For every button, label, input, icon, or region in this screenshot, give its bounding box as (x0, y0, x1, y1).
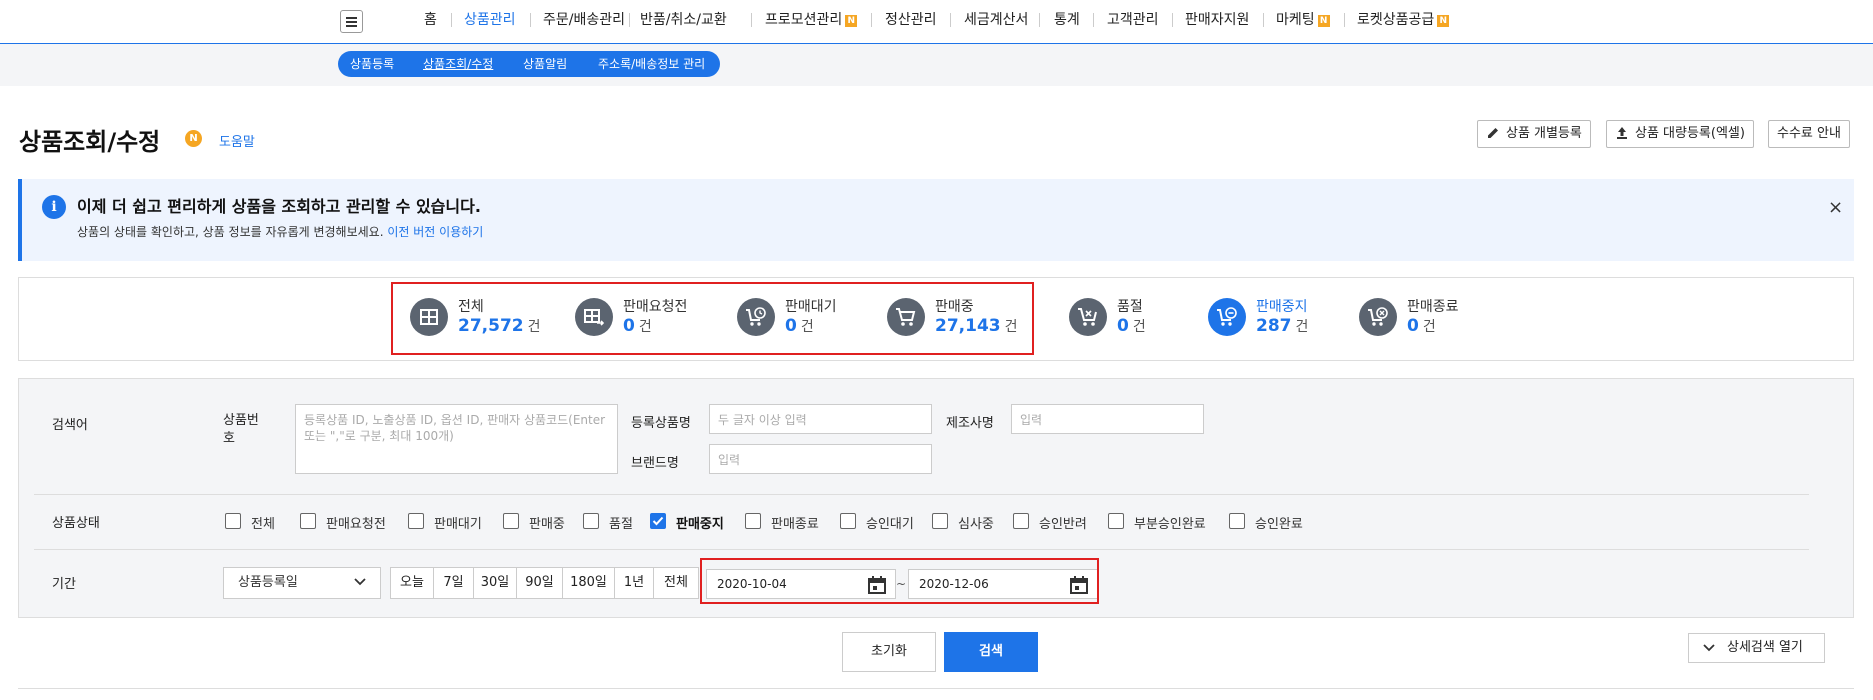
nav-item-settlement[interactable]: 정산관리 (885, 10, 937, 30)
keyword-label: 검색어 (52, 418, 88, 433)
fee-guide-button[interactable]: 수수료 안내 (1768, 120, 1850, 148)
upload-icon (1617, 127, 1627, 139)
pencil-icon (1488, 128, 1498, 138)
reg-name-label: 등록상품명 (631, 416, 691, 431)
nav-item-return[interactable]: 반품/취소/교환 (640, 10, 727, 30)
nav-item-home[interactable]: 홈 (424, 10, 437, 30)
highlight-box (391, 282, 1034, 355)
sub-nav: 상품등록 상품조회/수정 상품알림 주소록/배송정보 관리 (338, 51, 720, 77)
date-type-select[interactable]: 상품등록일 (223, 567, 381, 599)
status-label: 판매중지 (1256, 299, 1308, 315)
new-badge: N (845, 15, 858, 27)
product-no-input[interactable]: 등록상품 ID, 노출상품 ID, 옵션 ID, 판매자 상품코드(Enter … (295, 404, 618, 474)
period-30d-button[interactable]: 30일 (473, 567, 517, 599)
checkmark-icon (650, 513, 666, 529)
nav-item-tax-invoice[interactable]: 세금계산서 (964, 10, 1028, 30)
top-nav: 홈 상품관리 주문/배송관리 반품/취소/교환 프로모션관리 N 정산관리 세금계… (0, 0, 1873, 44)
search-button[interactable]: 검색 (944, 632, 1038, 672)
notice-description: 상품의 상태를 확인하고, 상품 정보를 자유롭게 변경해보세요. 이전 버전 … (77, 225, 484, 239)
brand-input[interactable]: 입력 (709, 444, 932, 474)
previous-version-link[interactable]: 이전 버전 이용하기 (387, 225, 483, 239)
cart-x-icon (1069, 298, 1107, 336)
subnav-item-register[interactable]: 상품등록 (350, 55, 394, 73)
info-icon: i (42, 195, 66, 219)
new-badge: N (185, 130, 202, 147)
period-all-button[interactable]: 전체 (653, 567, 699, 599)
period-90d-button[interactable]: 90일 (516, 567, 563, 599)
status-count: 0건 (1407, 316, 1436, 336)
divider (34, 494, 1809, 495)
nav-item-order[interactable]: 주문/배송관리 (543, 10, 625, 30)
notice-title: 이제 더 쉽고 편리하게 상품을 조회하고 관리할 수 있습니다. (77, 197, 481, 216)
chevron-down-icon (354, 578, 366, 586)
period-today-button[interactable]: 오늘 (390, 567, 434, 599)
brand-label: 브랜드명 (631, 456, 679, 471)
period-180d-button[interactable]: 180일 (562, 567, 615, 599)
subnav-item-search-edit[interactable]: 상품조회/수정 (423, 55, 493, 73)
nav-item-customer[interactable]: 고객관리 (1107, 10, 1159, 30)
period-7d-button[interactable]: 7일 (433, 567, 474, 599)
subnav-item-address-book[interactable]: 주소록/배송정보 관리 (598, 55, 705, 73)
bulk-register-button[interactable]: 상품 대량등록(엑셀) (1606, 120, 1754, 148)
divider (34, 549, 1809, 550)
help-link[interactable]: 도움말 (219, 131, 255, 150)
nav-item-seller-support[interactable]: 판매자지원 (1185, 10, 1249, 30)
cart-minus-icon (1208, 298, 1246, 336)
status-label: 판매종료 (1407, 299, 1459, 315)
period-label: 기간 (52, 577, 76, 592)
single-register-button[interactable]: 상품 개별등록 (1477, 120, 1591, 148)
cart-cancel-icon (1359, 298, 1397, 336)
period-1y-button[interactable]: 1년 (614, 567, 654, 599)
new-badge: N (1437, 15, 1450, 27)
new-badge: N (1317, 15, 1330, 27)
maker-label: 제조사명 (946, 416, 994, 431)
maker-input[interactable]: 입력 (1011, 404, 1204, 434)
highlight-box (700, 558, 1099, 604)
notice-banner: i 이제 더 쉽고 편리하게 상품을 조회하고 관리할 수 있습니다. 상품의 … (18, 179, 1854, 261)
status-filter-label: 상품상태 (52, 516, 100, 531)
divider (18, 688, 1854, 689)
subnav-item-alerts[interactable]: 상품알림 (523, 55, 567, 73)
product-no-label: 상품번호 (223, 413, 259, 446)
status-label: 품절 (1117, 299, 1143, 315)
reg-name-input[interactable]: 두 글자 이상 입력 (709, 404, 932, 434)
nav-item-statistics[interactable]: 통계 (1054, 10, 1080, 30)
hamburger-menu-icon[interactable] (340, 10, 363, 33)
page: 홈 상품관리 주문/배송관리 반품/취소/교환 프로모션관리 N 정산관리 세금계… (0, 0, 1873, 700)
chevron-down-icon (1703, 644, 1715, 652)
nav-item-rocket-supply[interactable]: 로켓상품공급 N (1357, 10, 1450, 30)
status-count: 0건 (1117, 316, 1146, 336)
page-title: 상품조회/수정 (19, 128, 161, 156)
nav-item-promotion[interactable]: 프로모션관리 N (765, 10, 858, 30)
nav-item-product[interactable]: 상품관리 (464, 10, 516, 30)
advanced-search-button[interactable]: 상세검색 열기 (1688, 633, 1825, 663)
close-icon[interactable]: × (1828, 197, 1843, 218)
reset-button[interactable]: 초기화 (842, 632, 936, 672)
status-count: 287 건 (1256, 316, 1309, 336)
nav-item-marketing[interactable]: 마케팅 N (1276, 10, 1330, 30)
